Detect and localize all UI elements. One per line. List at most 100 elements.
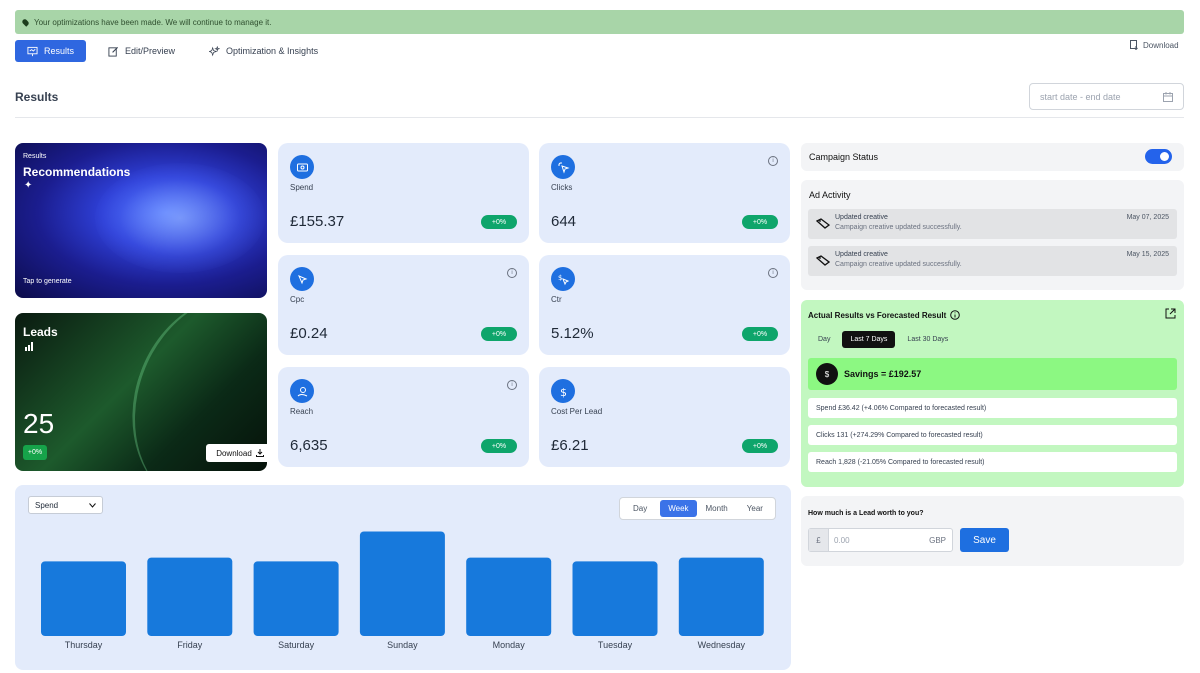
lead-value-field[interactable]: £ 0.00 GBP xyxy=(808,528,953,552)
edit-icon xyxy=(108,46,119,57)
leads-card: Leads 25 +0% Download xyxy=(15,313,267,471)
x-tick-label: Sunday xyxy=(387,640,418,650)
metric-value: £6.21 xyxy=(551,437,589,454)
activity-item: Updated creative Campaign creative updat… xyxy=(808,209,1177,239)
forecast-title-text: Actual Results vs Forecasted Result xyxy=(808,310,947,320)
tab-edit-preview[interactable]: Edit/Preview xyxy=(96,40,187,62)
forecast-tabs: Day Last 7 Days Last 30 Days xyxy=(810,331,956,348)
sparkles-icon: ✦ xyxy=(24,180,33,191)
x-tick-label: Thursday xyxy=(65,640,103,650)
activity-date: May 07, 2025 xyxy=(1126,214,1169,221)
currency-prefix: £ xyxy=(809,529,829,551)
metric-label: Cost Per Lead xyxy=(551,407,603,416)
activity-date: May 15, 2025 xyxy=(1126,251,1169,258)
dollar-icon: $ xyxy=(816,363,838,385)
info-icon[interactable]: i xyxy=(768,156,778,166)
chart-panel: Spend Day Week Month Year Thursday Friday… xyxy=(15,485,791,670)
date-range-input[interactable]: start date - end date xyxy=(1029,83,1184,110)
bar-monday xyxy=(466,557,552,636)
forecast-panel: Actual Results vs Forecasted Result Day … xyxy=(801,300,1184,487)
forecast-tab-day[interactable]: Day xyxy=(810,331,838,348)
metric-card-ctr: $ i Ctr 5.12% +0% xyxy=(539,255,790,355)
lead-worth-question: How much is a Lead worth to you? xyxy=(808,510,924,517)
sparkles-icon xyxy=(209,45,221,56)
tap-to-generate: Tap to generate xyxy=(23,278,72,285)
download-link[interactable]: Download xyxy=(1130,40,1179,50)
save-button[interactable]: Save xyxy=(960,528,1009,552)
x-tick-label: Friday xyxy=(177,640,203,650)
leads-download-button[interactable]: Download xyxy=(206,444,267,462)
metric-label: Clicks xyxy=(551,183,573,192)
svg-text:$: $ xyxy=(558,274,562,282)
bar-saturday xyxy=(253,561,339,636)
presentation-icon xyxy=(27,46,38,56)
lead-value-placeholder: 0.00 xyxy=(834,535,850,545)
activity-desc: Campaign creative updated successfully. xyxy=(835,224,962,231)
leads-download-label: Download xyxy=(216,448,252,458)
bar-wednesday xyxy=(678,557,764,636)
forecast-row-spend: Spend £36.42 (+4.06% Compared to forecas… xyxy=(808,398,1177,418)
bar-chart-icon xyxy=(25,342,33,351)
leads-title: Leads xyxy=(23,325,58,339)
activity-title: Updated creative xyxy=(835,214,888,221)
metric-label: Reach xyxy=(290,407,314,416)
download-icon xyxy=(255,449,264,457)
bar-chart: Thursday Friday Saturday Sunday Monday Tuesda… xyxy=(41,531,764,650)
x-tick-label: Wednesday xyxy=(698,640,746,650)
metric-change-badge: +0% xyxy=(742,439,778,453)
metric-label: Cpc xyxy=(290,295,305,304)
metric-card-cpc: i Cpc £0.24 +0% xyxy=(278,255,529,355)
bar-thursday xyxy=(41,561,126,636)
date-range-placeholder: start date - end date xyxy=(1040,91,1121,102)
cursor-click-icon xyxy=(551,155,575,179)
pin-icon xyxy=(21,17,30,27)
bar-tuesday xyxy=(572,561,658,636)
activity-item: Updated creative Campaign creative updat… xyxy=(808,246,1177,276)
ad-activity-panel: Ad Activity Updated creative Campaign cr… xyxy=(801,180,1184,290)
calendar-icon xyxy=(1163,91,1173,102)
metric-value: £0.24 xyxy=(290,325,328,342)
campaign-status-toggle[interactable] xyxy=(1145,149,1172,164)
metric-card-clicks: i Clicks 644 +0% xyxy=(539,143,790,243)
campaign-status-label: Campaign Status xyxy=(809,152,879,162)
metric-card-reach: i Reach 6,635 +0% xyxy=(278,367,529,467)
info-icon[interactable]: i xyxy=(507,380,517,390)
x-tick-label: Tuesday xyxy=(598,640,633,650)
page-title: Results xyxy=(15,90,59,104)
forecast-tab-7days[interactable]: Last 7 Days xyxy=(842,331,896,348)
metric-value: 644 xyxy=(551,213,577,230)
header-divider xyxy=(15,117,1184,118)
x-tick-label: Monday xyxy=(493,640,526,650)
tab-results-label: Results xyxy=(43,46,74,56)
currency-unit: GBP xyxy=(929,535,946,545)
jellyfish-image xyxy=(95,163,265,273)
metric-value: 5.12% xyxy=(551,325,594,342)
wallet-icon xyxy=(290,155,314,179)
download-label: Download xyxy=(1143,40,1179,50)
forecast-row-clicks: Clicks 131 (+274.29% Compared to forecas… xyxy=(808,425,1177,445)
tab-results[interactable]: Results xyxy=(15,40,86,62)
tab-optimization[interactable]: Optimization & Insights xyxy=(197,40,330,62)
info-icon[interactable] xyxy=(950,310,961,320)
forecast-tab-30days[interactable]: Last 30 Days xyxy=(899,331,956,348)
info-icon[interactable]: i xyxy=(768,268,778,278)
metric-change-badge: +0% xyxy=(481,439,517,453)
ad-activity-title: Ad Activity xyxy=(809,190,851,200)
metric-value: £155.37 xyxy=(290,213,345,230)
activity-desc: Campaign creative updated successfully. xyxy=(835,261,962,268)
metric-change-badge: +0% xyxy=(742,327,778,341)
dollar-cursor-icon: $ xyxy=(551,267,575,291)
info-icon[interactable]: i xyxy=(507,268,517,278)
forecast-title: Actual Results vs Forecasted Result xyxy=(808,310,961,320)
success-banner: Your optimizations have been made. We wi… xyxy=(15,10,1184,34)
leads-value: 25 xyxy=(23,408,55,439)
bar-friday xyxy=(147,557,233,636)
leads-change-badge: +0% xyxy=(23,445,47,460)
recommendations-card[interactable]: Results Recommendations ✦ Tap to generat… xyxy=(15,143,267,298)
metric-card-cost-per-lead: $ Cost Per Lead £6.21 +0% xyxy=(539,367,790,467)
recommendations-kicker: Results xyxy=(23,153,47,160)
external-link-icon[interactable] xyxy=(1165,308,1176,319)
tag-icon xyxy=(816,255,830,266)
metric-change-badge: +0% xyxy=(481,327,517,341)
banner-text: Your optimizations have been made. We wi… xyxy=(34,17,272,27)
